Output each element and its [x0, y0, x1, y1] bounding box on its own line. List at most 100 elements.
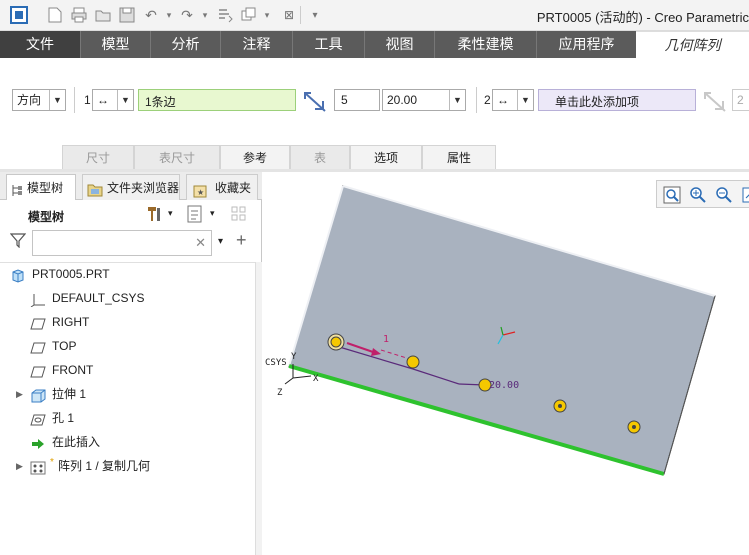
instance-count-dimension[interactable]: 1 [383, 334, 389, 345]
tree-search-input[interactable]: ✕ [32, 230, 212, 256]
hole-icon [30, 411, 46, 426]
extrude-icon [30, 387, 46, 403]
tree-item-right-plane[interactable]: RIGHT [0, 310, 255, 334]
tree-item-label: FRONT [52, 363, 94, 377]
tree-item-extrude[interactable]: ▶ 拉伸 1 [0, 382, 255, 406]
axis-z-label: Z [277, 388, 283, 398]
direction-2-count-input[interactable]: 2 [732, 89, 749, 111]
tree-item-front-plane[interactable]: FRONT [0, 358, 255, 382]
navigator-panel: 模型树 文件夹浏览器 ★ 收藏夹 模型树 ▾ ▾ ✕ ▾ + PRT0005.P… [0, 172, 262, 555]
add-icon[interactable]: + [236, 230, 247, 251]
expand-arrow-icon[interactable]: ▶ [16, 382, 23, 406]
tab-tools[interactable]: 工具 [292, 31, 364, 58]
part-icon [10, 267, 26, 283]
direction-2-reference-placeholder: 单击此处添加项 [555, 95, 640, 109]
tree-item-part[interactable]: PRT0005.PRT [0, 262, 255, 286]
subtab-properties[interactable]: 属性 [422, 145, 496, 169]
tree-item-top-plane[interactable]: TOP [0, 334, 255, 358]
tab-flexible-modeling[interactable]: 柔性建模 [434, 31, 536, 58]
flip-direction-2-icon[interactable] [702, 88, 728, 114]
tools-dropdown-icon[interactable]: ▾ [168, 208, 173, 219]
pattern-instance-dot [558, 404, 562, 408]
expand-arrow-icon[interactable]: ▶ [16, 454, 23, 478]
subtab-options[interactable]: 选项 [350, 145, 422, 169]
redo-icon[interactable]: ↷ [178, 6, 196, 24]
direction-2-type-dropdown[interactable]: ↔ ▼ [492, 89, 534, 111]
tree-item-hole[interactable]: 孔 1 [0, 406, 255, 430]
open-folder-icon[interactable] [94, 6, 112, 24]
settings-list-icon[interactable] [186, 204, 204, 224]
tab-analysis[interactable]: 分析 [150, 31, 220, 58]
subtab-references[interactable]: 参考 [220, 145, 290, 169]
chevron-down-icon: ▼ [117, 90, 133, 110]
regenerate-icon[interactable] [216, 6, 234, 24]
tab-annotate[interactable]: 注释 [220, 31, 292, 58]
subtab-table-dimensions[interactable]: 表尺寸 [134, 145, 220, 169]
customize-toolbar-icon[interactable]: ▾ [306, 6, 324, 24]
filter-icon[interactable] [9, 232, 27, 249]
plane-icon [30, 339, 46, 354]
redo-dropdown-icon[interactable]: ▾ [196, 6, 214, 24]
subtab-table[interactable]: 表 [290, 145, 350, 169]
flip-direction-1-icon[interactable] [302, 88, 328, 114]
tree-item-csys[interactable]: DEFAULT_CSYS [0, 286, 255, 310]
direction-2-reference-collector[interactable]: 单击此处添加项 [538, 89, 696, 111]
columns-icon[interactable] [230, 204, 252, 224]
tree-item-label: PRT0005.PRT [32, 267, 110, 281]
undo-dropdown-icon[interactable]: ▾ [160, 6, 178, 24]
subtab-dimensions[interactable]: 尺寸 [62, 145, 134, 169]
folder-icon [87, 180, 103, 200]
print-icon[interactable] [70, 6, 88, 24]
app-logo-icon[interactable] [10, 6, 28, 24]
spacing-dimension[interactable]: 20.00 [489, 380, 519, 391]
new-file-icon[interactable] [46, 6, 64, 24]
direction-1-count-input[interactable]: 5 [334, 89, 380, 111]
tab-model-tree[interactable]: 模型树 [6, 174, 76, 200]
tree-item-insert-here[interactable]: 在此插入 [0, 430, 255, 454]
pattern-icon [30, 459, 46, 475]
tree-scrollbar[interactable] [255, 262, 262, 555]
pattern-instance-marker[interactable] [406, 355, 420, 369]
pattern-dashboard: 方向 ▼ 1 ↔ ▼ 1条边 5 20.00 ▼ 2 ↔ ▼ 单击此处添加项 2… [0, 58, 749, 172]
tree-item-pattern[interactable]: ▶ * 阵列 1 / 复制几何 [0, 454, 255, 478]
save-icon[interactable] [118, 6, 136, 24]
pattern-instance-dot [632, 425, 636, 429]
direction-1-spacing-dropdown[interactable]: 20.00 ▼ [382, 89, 466, 111]
tree-item-label: 在此插入 [52, 435, 101, 449]
tab-geometry-pattern[interactable]: 几何阵列 [636, 31, 749, 58]
double-arrow-icon: ↔ [497, 93, 509, 107]
tab-model[interactable]: 模型 [80, 31, 150, 58]
double-arrow-icon: ↔ [97, 93, 109, 107]
new-feature-star-icon: * [50, 457, 54, 468]
axis-x-label: X [313, 374, 319, 384]
pattern-type-dropdown[interactable]: 方向 ▼ [12, 89, 66, 111]
windows-icon[interactable] [240, 6, 258, 24]
tab-folder-browser-label: 文件夹浏览器 [107, 181, 180, 195]
tree-item-label: DEFAULT_CSYS [52, 291, 145, 305]
tools-icon[interactable] [144, 204, 164, 224]
clear-icon[interactable]: ✕ [195, 235, 206, 251]
tree-item-label: TOP [52, 339, 77, 353]
chevron-down-icon: ▼ [49, 90, 65, 110]
tab-model-tree-label: 模型树 [27, 181, 64, 195]
direction-1-reference-collector[interactable]: 1条边 [138, 89, 296, 111]
graphics-window[interactable]: CSYS Y X Z 1 20.00 [263, 172, 749, 555]
direction-1-count-value: 5 [341, 93, 348, 107]
close-window-icon[interactable]: ⊠ [280, 6, 298, 24]
tab-applications[interactable]: 应用程序 [536, 31, 636, 58]
direction-2-count-value: 2 [737, 93, 744, 107]
tab-folder-browser[interactable]: 文件夹浏览器 [82, 174, 180, 200]
chevron-down-icon: ▼ [517, 90, 533, 110]
search-dropdown-icon[interactable]: ▾ [218, 236, 223, 247]
csys-icon [30, 291, 46, 308]
tab-view[interactable]: 视图 [364, 31, 434, 58]
chevron-down-icon: ▼ [449, 90, 465, 110]
direction-1-type-dropdown[interactable]: ↔ ▼ [92, 89, 134, 111]
tab-file[interactable]: 文件 [0, 31, 80, 58]
settings-dropdown-icon[interactable]: ▾ [210, 208, 215, 219]
undo-icon[interactable]: ↶ [142, 6, 160, 24]
axis-y-label: Y [291, 352, 297, 362]
windows-dropdown-icon[interactable]: ▾ [258, 6, 276, 24]
tab-favorites[interactable]: ★ 收藏夹 [186, 174, 258, 200]
separator [476, 87, 477, 113]
